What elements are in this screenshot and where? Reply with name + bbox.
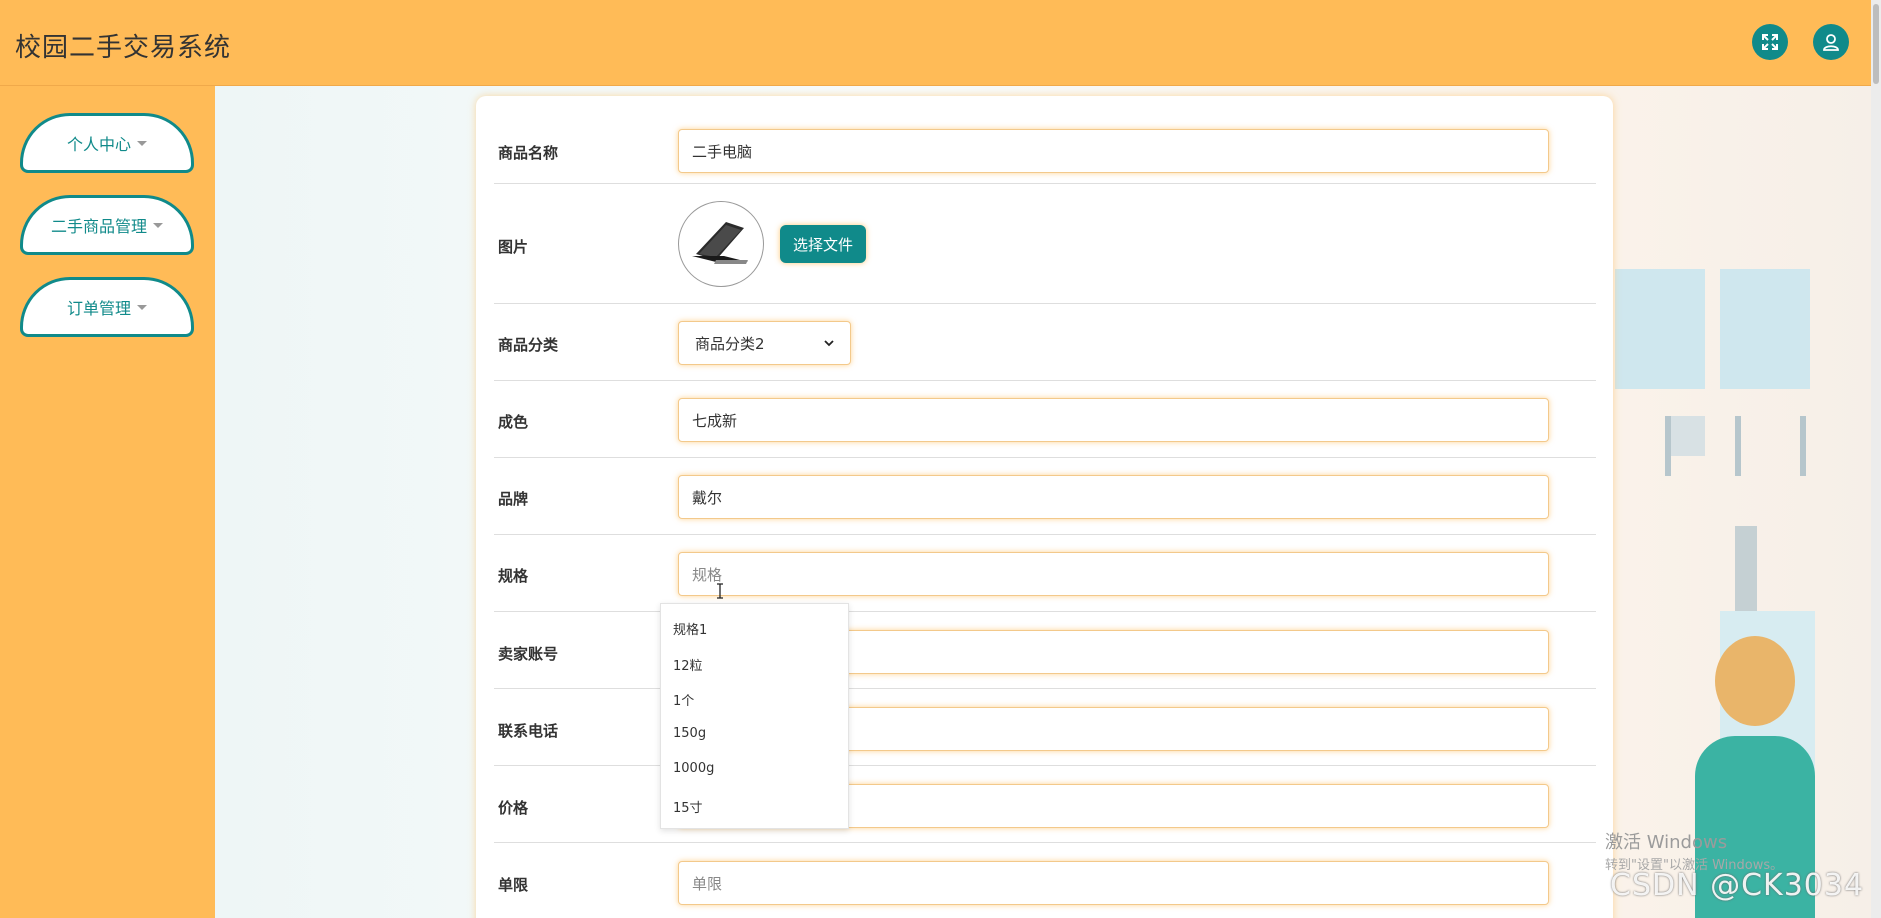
product-name-label: 商品名称 bbox=[498, 144, 559, 162]
sidebar-item-label: 二手商品管理 bbox=[50, 217, 147, 236]
spec-input[interactable]: 规格 bbox=[678, 552, 1549, 596]
condition-input[interactable]: 七成新 bbox=[678, 398, 1549, 442]
top-bar: 校园二手交易系统 bbox=[0, 0, 1881, 86]
caret-down-icon bbox=[153, 222, 163, 228]
phone-label: 联系电话 bbox=[498, 722, 559, 740]
form-row-limit: 单限 单限 bbox=[494, 843, 1596, 918]
sidebar: 个人中心 二手商品管理 订单管理 bbox=[0, 86, 215, 918]
choose-file-button[interactable]: 选择文件 bbox=[780, 225, 866, 263]
condition-label: 成色 bbox=[498, 413, 529, 431]
form-row-condition: 成色 七成新 bbox=[494, 381, 1596, 458]
spec-option[interactable]: 规格1 bbox=[673, 619, 707, 638]
caret-down-icon bbox=[137, 140, 147, 146]
category-select[interactable]: 商品分类2 bbox=[678, 321, 851, 365]
product-image-thumbnail bbox=[678, 201, 764, 287]
chevron-down-icon bbox=[824, 340, 834, 347]
sidebar-item-label: 个人中心 bbox=[66, 135, 131, 154]
form-row-product-name: 商品名称 二手电脑 bbox=[494, 96, 1596, 184]
form-row-brand: 品牌 戴尔 bbox=[494, 458, 1596, 535]
limit-input[interactable]: 单限 bbox=[678, 861, 1549, 905]
sidebar-item-label: 订单管理 bbox=[66, 299, 131, 318]
form-row-category: 商品分类 商品分类2 bbox=[494, 304, 1596, 381]
person-hat-illustration bbox=[1715, 636, 1795, 726]
product-name-input[interactable]: 二手电脑 bbox=[678, 129, 1549, 173]
form-row-image: 图片 选择文件 bbox=[494, 184, 1596, 304]
fullscreen-button[interactable] bbox=[1752, 24, 1788, 60]
csdn-watermark: CSDN @CK3034 bbox=[1610, 868, 1865, 903]
windows-activation-watermark: 激活 Windows bbox=[1605, 832, 1728, 853]
spec-option[interactable]: 1个 bbox=[673, 690, 694, 709]
category-label: 商品分类 bbox=[498, 336, 559, 354]
sidebar-item-personal-center[interactable]: 个人中心 bbox=[20, 113, 194, 173]
spec-autocomplete-dropdown: 规格1 12粒 1个 150g 1000g 15寸 bbox=[660, 603, 849, 829]
caret-down-icon bbox=[137, 304, 147, 310]
spec-option[interactable]: 15寸 bbox=[673, 797, 703, 816]
laptop-image bbox=[692, 222, 748, 264]
user-menu-button[interactable] bbox=[1813, 24, 1849, 60]
scrollbar-thumb[interactable] bbox=[1873, 4, 1879, 84]
spec-label: 规格 bbox=[498, 567, 529, 585]
spec-option[interactable]: 1000g bbox=[673, 761, 714, 776]
expand-icon bbox=[1762, 34, 1778, 50]
product-form-panel: 商品名称 二手电脑 图片 选择文件 商品分类 商品分类2 成色 七成新 品牌 戴… bbox=[476, 96, 1613, 918]
sidebar-item-product-management[interactable]: 二手商品管理 bbox=[20, 195, 194, 255]
seller-label: 卖家账号 bbox=[498, 645, 559, 663]
limit-label: 单限 bbox=[498, 876, 529, 894]
spec-option[interactable]: 12粒 bbox=[673, 655, 703, 674]
text-cursor-icon bbox=[717, 583, 723, 599]
brand-input[interactable]: 戴尔 bbox=[678, 475, 1549, 519]
price-label: 价格 bbox=[498, 799, 529, 817]
app-title: 校园二手交易系统 bbox=[15, 33, 232, 63]
user-icon bbox=[1823, 34, 1839, 51]
category-select-value: 商品分类2 bbox=[695, 334, 765, 353]
image-label: 图片 bbox=[498, 238, 529, 256]
vertical-scrollbar[interactable] bbox=[1871, 0, 1881, 918]
form-row-spec: 规格 规格 bbox=[494, 535, 1596, 612]
brand-label: 品牌 bbox=[498, 490, 529, 508]
sidebar-item-order-management[interactable]: 订单管理 bbox=[20, 277, 194, 337]
spec-option[interactable]: 150g bbox=[673, 726, 706, 741]
